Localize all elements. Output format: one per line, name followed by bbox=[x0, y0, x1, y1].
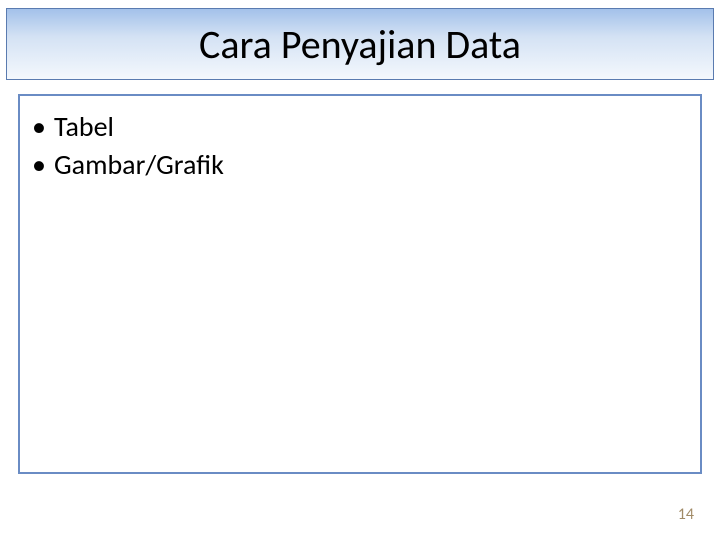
page-number: 14 bbox=[678, 505, 694, 524]
slide-title-box: Cara Penyajian Data bbox=[6, 8, 714, 80]
list-item: Gambar/Grafik bbox=[54, 146, 682, 184]
list-item: Tabel bbox=[54, 108, 682, 146]
slide-title: Cara Penyajian Data bbox=[199, 20, 521, 69]
bullet-list: Tabel Gambar/Grafik bbox=[54, 108, 682, 184]
content-box: Tabel Gambar/Grafik bbox=[18, 94, 702, 474]
